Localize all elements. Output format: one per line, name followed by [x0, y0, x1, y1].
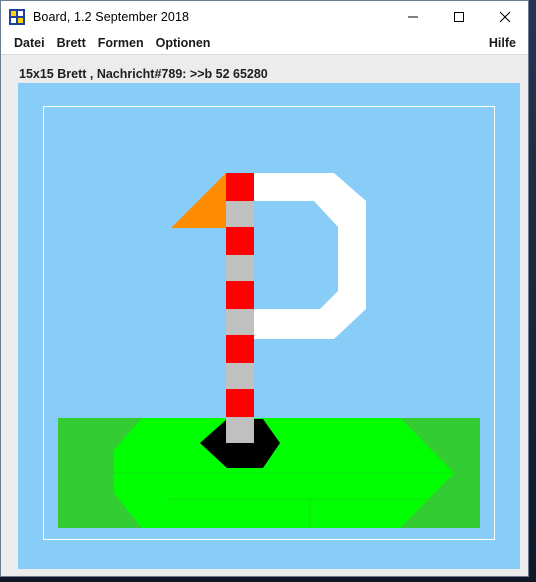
menu-brett[interactable]: Brett [51, 32, 92, 54]
letter-p-shape [254, 173, 366, 339]
window-controls [390, 1, 528, 32]
maximize-icon [454, 11, 464, 22]
menu-formen[interactable]: Formen [92, 32, 150, 54]
close-button[interactable] [482, 1, 528, 32]
minimize-button[interactable] [390, 1, 436, 32]
status-message: 15x15 Brett , Nachricht#789: >>b 52 6528… [19, 67, 268, 81]
window-title: Board, 1.2 September 2018 [33, 9, 190, 24]
app-window: Board, 1.2 September 2018 Datei Brett Fo… [0, 0, 529, 577]
menu-hilfe[interactable]: Hilfe [483, 32, 522, 54]
minimize-icon [408, 16, 418, 17]
menu-optionen[interactable]: Optionen [150, 32, 217, 54]
flag [171, 173, 226, 228]
board-drawing [58, 173, 480, 528]
flagpole [226, 173, 254, 443]
title-bar[interactable]: Board, 1.2 September 2018 [1, 1, 528, 32]
game-board[interactable] [18, 83, 520, 569]
board-app-icon [9, 8, 25, 25]
maximize-button[interactable] [436, 1, 482, 32]
menu-datei[interactable]: Datei [1, 32, 51, 54]
close-icon [499, 11, 511, 22]
menu-bar: Datei Brett Formen Optionen Hilfe [1, 32, 528, 54]
content-area: 15x15 Brett , Nachricht#789: >>b 52 6528… [1, 54, 528, 576]
